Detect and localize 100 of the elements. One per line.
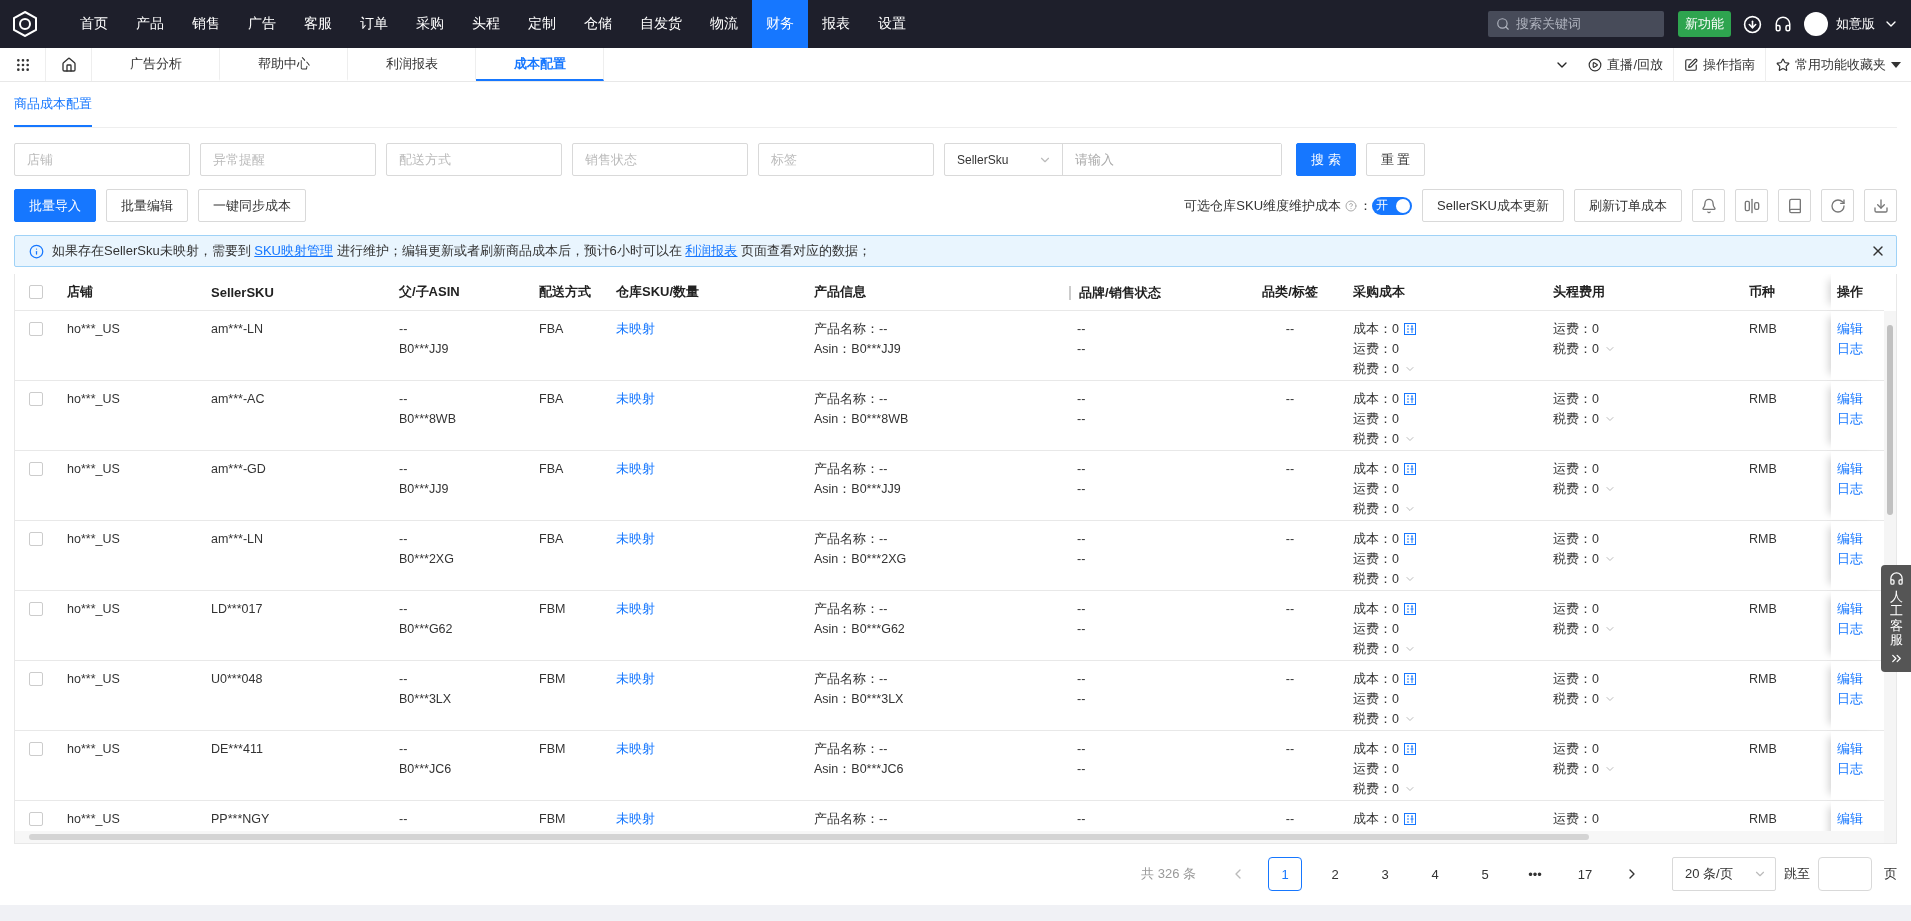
scrollbar-thumb[interactable] <box>1887 325 1893 515</box>
row-action-link[interactable]: 编辑 <box>1837 529 1884 549</box>
nav-item[interactable]: 产品 <box>122 0 178 48</box>
row-action-link[interactable]: 编辑 <box>1837 739 1884 759</box>
nav-item[interactable]: 订单 <box>346 0 402 48</box>
nav-item[interactable]: 首页 <box>66 0 122 48</box>
align-button[interactable] <box>1735 189 1768 222</box>
nav-item[interactable]: 销售 <box>178 0 234 48</box>
checkbox[interactable] <box>29 285 43 299</box>
search-field[interactable]: 搜索关键词 <box>1488 11 1664 37</box>
page-button[interactable]: 1 <box>1268 857 1302 891</box>
row-action-link[interactable]: 编辑 <box>1837 809 1884 829</box>
bell-button[interactable] <box>1692 189 1725 222</box>
nav-item[interactable]: 设置 <box>864 0 920 48</box>
download-button[interactable] <box>1864 189 1897 222</box>
row-action-link[interactable]: 日志 <box>1837 479 1884 499</box>
row-action-link[interactable]: 编辑 <box>1837 669 1884 689</box>
checkbox[interactable] <box>29 602 43 616</box>
refresh-icon <box>1829 197 1846 214</box>
filter-field[interactable]: 店铺 <box>14 143 190 176</box>
nav-item[interactable]: 头程 <box>458 0 514 48</box>
favorites-menu[interactable]: 常用功能收藏夹 <box>1765 47 1911 82</box>
checkbox[interactable] <box>29 672 43 686</box>
guide-link[interactable]: 操作指南 <box>1673 47 1765 82</box>
sub-tab[interactable]: 商品成本配置 <box>14 95 92 127</box>
tab[interactable]: 利润报表 <box>348 48 476 81</box>
refresh-button[interactable] <box>1821 189 1854 222</box>
detail-icon[interactable] <box>1403 533 1416 545</box>
table-cell-text: ho***_US <box>67 601 121 618</box>
detail-icon[interactable] <box>1403 323 1416 335</box>
checkbox[interactable] <box>29 812 43 826</box>
action-button[interactable]: 批量导入 <box>14 189 96 222</box>
filter-field[interactable]: 异常提醒 <box>200 143 376 176</box>
nav-item[interactable]: 财务 <box>752 0 808 48</box>
checkbox[interactable] <box>29 322 43 336</box>
tab[interactable]: 成本配置 <box>476 48 604 81</box>
row-action-link[interactable]: 日志 <box>1837 549 1884 569</box>
row-action-link[interactable]: 编辑 <box>1837 599 1884 619</box>
horizontal-scrollbar[interactable] <box>15 831 1884 843</box>
alert-link[interactable]: SKU映射管理 <box>254 243 333 258</box>
action-button[interactable]: 一键同步成本 <box>198 189 306 222</box>
search-button[interactable]: 搜 索 <box>1296 143 1356 176</box>
row-action-link[interactable]: 日志 <box>1837 619 1884 639</box>
detail-icon[interactable] <box>1403 673 1416 685</box>
download-icon[interactable] <box>1743 14 1762 34</box>
detail-icon[interactable] <box>1403 393 1416 405</box>
action-button[interactable]: 刷新订单成本 <box>1574 189 1682 222</box>
filter-field[interactable]: 配送方式 <box>386 143 562 176</box>
unmapped-link[interactable]: 未映射 <box>616 599 814 619</box>
row-action-link[interactable]: 日志 <box>1837 759 1884 779</box>
unmapped-link[interactable]: 未映射 <box>616 459 814 479</box>
avatar[interactable] <box>1804 12 1828 36</box>
customer-service-widget[interactable]: 人工客服 <box>1881 565 1911 673</box>
detail-icon[interactable] <box>1403 603 1416 615</box>
live-replay-link[interactable]: 直播/回放 <box>1578 47 1673 82</box>
toggle-switch[interactable]: 开 <box>1372 196 1413 215</box>
edition-label[interactable]: 如意版 <box>1836 15 1875 33</box>
unmapped-link[interactable]: 未映射 <box>616 669 814 689</box>
unmapped-link[interactable]: 未映射 <box>616 529 814 549</box>
nav-item[interactable]: 自发货 <box>626 0 696 48</box>
row-action-link[interactable]: 日志 <box>1837 339 1884 359</box>
unmapped-link[interactable]: 未映射 <box>616 389 814 409</box>
nav-item[interactable]: 客服 <box>290 0 346 48</box>
page-size-select[interactable]: 20 条/页 <box>1672 857 1776 891</box>
unmapped-link[interactable]: 未映射 <box>616 319 814 339</box>
unmapped-link[interactable]: 未映射 <box>616 739 814 759</box>
logo-icon[interactable] <box>12 11 38 37</box>
nav-item[interactable]: 广告 <box>234 0 290 48</box>
detail-icon[interactable] <box>1403 463 1416 475</box>
row-action-link[interactable]: 日志 <box>1837 409 1884 429</box>
checkbox[interactable] <box>29 532 43 546</box>
nav-item[interactable]: 采购 <box>402 0 458 48</box>
nav-item[interactable]: 仓储 <box>570 0 626 48</box>
reset-button[interactable]: 重 置 <box>1365 143 1426 176</box>
action-button[interactable]: SellerSKU成本更新 <box>1422 189 1564 222</box>
checkbox[interactable] <box>29 742 43 756</box>
row-action-link[interactable]: 编辑 <box>1837 319 1884 339</box>
detail-icon[interactable] <box>1403 813 1416 825</box>
checkbox[interactable] <box>29 392 43 406</box>
checkbox[interactable] <box>29 462 43 476</box>
alert-link[interactable]: 利润报表 <box>685 243 738 258</box>
page-jump-field[interactable] <box>1818 857 1872 891</box>
seller-sku-search-field[interactable]: SellerSku 请输入 <box>944 143 1282 176</box>
filter-field[interactable]: 销售状态 <box>572 143 748 176</box>
filter-field[interactable]: 标签 <box>758 143 934 176</box>
nav-item[interactable]: 报表 <box>808 0 864 48</box>
detail-icon[interactable] <box>1403 743 1416 755</box>
nav-item[interactable]: 定制 <box>514 0 570 48</box>
action-button[interactable]: 批量编辑 <box>106 189 188 222</box>
row-action-link[interactable]: 编辑 <box>1837 389 1884 409</box>
headset-icon[interactable] <box>1774 15 1792 33</box>
help-icon[interactable] <box>1345 199 1358 212</box>
tab[interactable]: 广告分析 <box>92 48 220 81</box>
search-icon <box>1496 17 1510 31</box>
nav-item[interactable]: 物流 <box>696 0 752 48</box>
tab[interactable]: 帮助中心 <box>220 48 348 81</box>
row-action-link[interactable]: 编辑 <box>1837 459 1884 479</box>
book-button[interactable] <box>1778 189 1811 222</box>
unmapped-link[interactable]: 未映射 <box>616 809 814 829</box>
row-action-link[interactable]: 日志 <box>1837 689 1884 709</box>
